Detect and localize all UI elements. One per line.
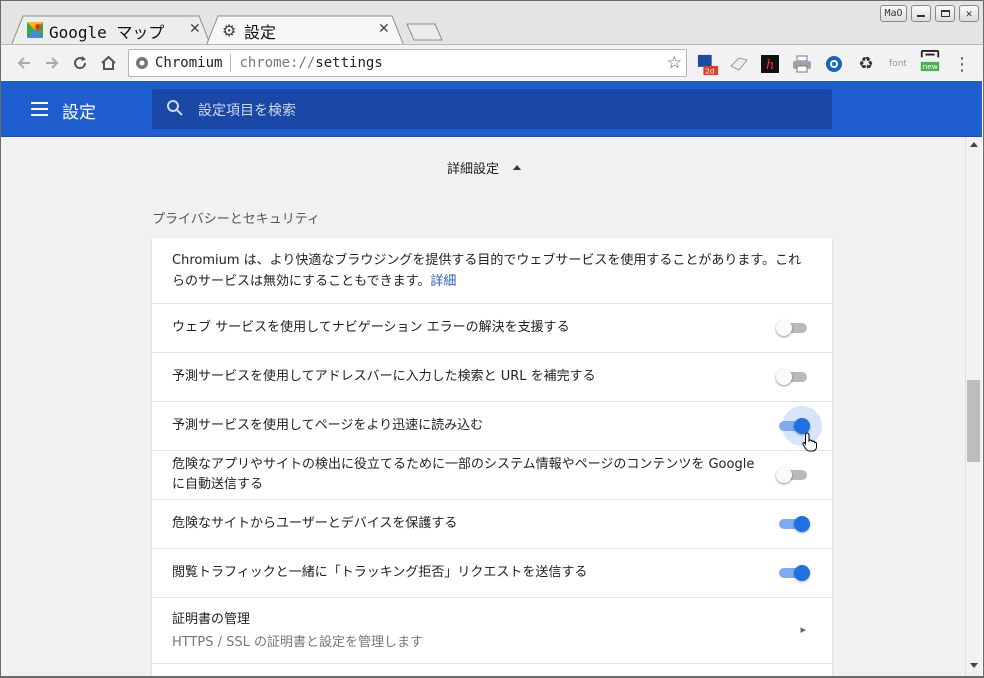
restore-icon: [940, 10, 950, 17]
toggle-switch[interactable]: [776, 465, 810, 485]
tab-title: 設定: [244, 22, 277, 42]
new-tab-button[interactable]: [406, 23, 444, 41]
ext-label: h: [766, 58, 774, 73]
h-extension-icon[interactable]: h: [759, 53, 781, 75]
tab-settings[interactable]: ⚙ 設定 ✕: [204, 15, 406, 46]
certificates-title: 証明書の管理: [172, 612, 251, 627]
toggle-switch[interactable]: [776, 563, 810, 583]
back-arrow-icon[interactable]: [13, 45, 35, 81]
font-extension-icon[interactable]: font: [885, 53, 911, 75]
address-bar[interactable]: Chromium chrome://settings ☆: [128, 49, 687, 77]
advanced-label: 詳細設定: [447, 162, 500, 177]
setting-row-nav-errors[interactable]: ウェブ サービスを使用してナビゲーション エラーの解決を支援する: [152, 303, 832, 352]
gear-icon: ⚙: [222, 21, 237, 40]
bookmark-star-icon[interactable]: ☆: [667, 53, 682, 73]
minimize-icon: [917, 14, 925, 17]
learn-more-link[interactable]: 詳細: [430, 274, 456, 289]
toggle-switch[interactable]: [776, 367, 810, 387]
restore-button[interactable]: [935, 5, 955, 22]
site-name: Chromium: [155, 55, 223, 71]
page-title: 設定: [62, 103, 96, 123]
forward-arrow-icon[interactable]: [41, 45, 63, 81]
menu-dots-icon[interactable]: ⋮: [951, 53, 973, 75]
scrollbar-thumb[interactable]: [967, 380, 980, 462]
privacy-intro: Chromium は、より快適なブラウジングを提供する目的でウェブサービスを使用…: [172, 250, 812, 292]
section-title: プライバシーとセキュリティ: [152, 212, 320, 227]
omnibox-separator: [230, 54, 232, 72]
toggle-switch[interactable]: [776, 318, 810, 338]
network-extension-icon[interactable]: [823, 53, 845, 75]
ext-badge: 2d: [705, 66, 714, 75]
setting-label: 危険なアプリやサイトの検出に役立てるために一部のシステム情報やページのコンテンツ…: [172, 457, 755, 492]
url-scheme: chrome://: [239, 55, 316, 71]
close-tab-icon[interactable]: ✕: [378, 21, 390, 37]
tag-extension-icon[interactable]: [728, 53, 750, 75]
setting-row-do-not-track[interactable]: 閲覧トラフィックと一緒に「トラッキング拒否」リクエストを送信する: [152, 548, 832, 597]
close-window-button[interactable]: ✕: [959, 5, 979, 22]
title-bar: Google マップ ✕ ⚙ 設定 ✕ MaO ✕: [0, 0, 984, 46]
reload-icon[interactable]: [69, 45, 91, 81]
chevron-right-icon: ▸: [800, 623, 806, 636]
settings-header: 設定 設定項目を検索: [1, 81, 982, 137]
ext-badge: new: [923, 62, 938, 71]
search-icon: [167, 100, 183, 116]
2d-extension-icon[interactable]: 2d: [697, 54, 719, 76]
setting-row-certificates[interactable]: 証明書の管理 HTTPS / SSL の証明書と設定を管理します ▸: [152, 597, 832, 663]
setting-row-safe-browsing[interactable]: 危険なサイトからユーザーとデバイスを保護する: [152, 499, 832, 548]
caret-up-icon: [513, 165, 522, 170]
certificates-subtitle: HTTPS / SSL の証明書と設定を管理します: [172, 635, 424, 650]
print-extension-icon[interactable]: [791, 53, 813, 75]
setting-row-safe-browsing-reports[interactable]: 危険なアプリやサイトの検出に役立てるために一部のシステム情報やページのコンテンツ…: [152, 450, 832, 499]
recycle-extension-icon[interactable]: ♻: [855, 53, 877, 75]
hand-cursor-icon: [802, 432, 817, 452]
setting-label: 予測サービスを使用してアドレスバーに入力した検索と URL を補完する: [172, 369, 596, 384]
intro-text: Chromium は、より快適なブラウジングを提供する目的でウェブサービスを使用…: [172, 253, 802, 289]
privacy-card: Chromium は、より快適なブラウジングを提供する目的でウェブサービスを使用…: [152, 238, 832, 677]
page-scrollbar[interactable]: [965, 137, 982, 677]
browser-toolbar: Chromium chrome://settings ☆ 2d h ♻ font…: [0, 44, 984, 80]
toggle-knob: [776, 369, 792, 385]
profile-button[interactable]: MaO: [880, 5, 907, 22]
toggle-knob: [794, 565, 810, 581]
chromium-site-icon: [135, 56, 149, 70]
scroll-down-arrow-icon[interactable]: [970, 663, 978, 668]
url-text: chrome://settings: [239, 55, 382, 71]
setting-label: 予測サービスを使用してページをより迅速に読み込む: [172, 418, 484, 433]
toggle-knob: [794, 516, 810, 532]
setting-row-autocomplete[interactable]: 予測サービスを使用してアドレスバーに入力した検索と URL を補完する: [152, 352, 832, 401]
home-icon[interactable]: [97, 45, 119, 81]
window-controls: MaO ✕: [880, 5, 979, 22]
toggle-knob: [776, 320, 792, 336]
screenshot-extension-icon[interactable]: new: [919, 50, 941, 72]
search-placeholder: 設定項目を検索: [198, 103, 296, 119]
hamburger-menu-icon[interactable]: [31, 102, 48, 120]
advanced-toggle[interactable]: 詳細設定: [447, 158, 522, 177]
toggle-switch[interactable]: [776, 514, 810, 534]
settings-content: 詳細設定 プライバシーとセキュリティ Chromium は、より快適なブラウジン…: [1, 137, 965, 677]
setting-row-next[interactable]: [152, 663, 832, 677]
close-tab-icon[interactable]: ✕: [189, 21, 201, 37]
setting-label: 閲覧トラフィックと一緒に「トラッキング拒否」リクエストを送信する: [172, 565, 588, 580]
tab-google-maps[interactable]: Google マップ ✕: [9, 15, 213, 46]
setting-row-preload[interactable]: 予測サービスを使用してページをより迅速に読み込む: [152, 401, 832, 450]
window-border-left: [0, 80, 1, 678]
close-icon: ✕: [965, 7, 973, 20]
setting-label: ウェブ サービスを使用してナビゲーション エラーの解決を支援する: [172, 320, 570, 335]
scroll-up-arrow-icon[interactable]: [970, 142, 978, 147]
minimize-button[interactable]: [911, 5, 931, 22]
toggle-knob: [776, 467, 792, 483]
setting-label: 危険なサイトからユーザーとデバイスを保護する: [172, 516, 458, 531]
tab-title: Google マップ: [49, 22, 165, 42]
settings-search-input[interactable]: 設定項目を検索: [152, 89, 832, 129]
url-path: settings: [315, 55, 383, 71]
